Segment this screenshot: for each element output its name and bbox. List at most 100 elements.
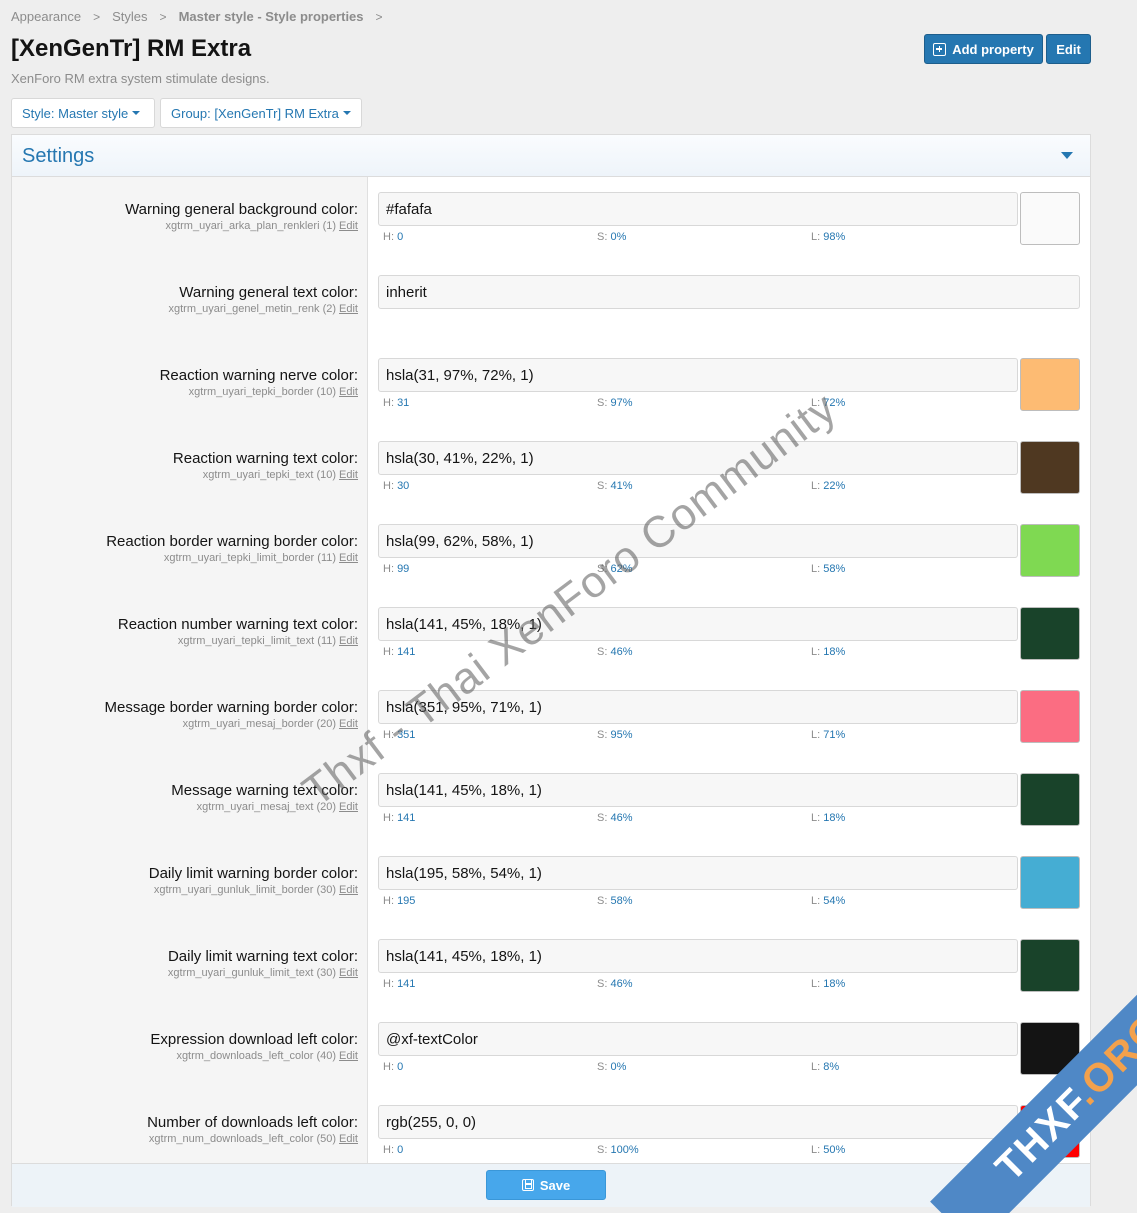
saturation-readout-value: 46%: [610, 812, 633, 824]
hue-readout-value: 141: [397, 812, 416, 824]
saturation-readout-value: 41%: [610, 480, 633, 492]
saturation-readout-label: S:: [597, 480, 608, 492]
property-hint: xgtrm_uyari_mesaj_border (20) Edit: [183, 718, 358, 730]
property-row: Warning general text color: xgtrm_uyari_g…: [12, 268, 1092, 351]
lightness-readout-label: L:: [811, 646, 821, 658]
lightness-readout: L: 58%: [811, 563, 845, 575]
property-hint: xgtrm_uyari_tepki_text (10) Edit: [203, 469, 358, 481]
add-property-label: Add property: [952, 41, 1034, 57]
property-label: Warning general background color:: [125, 201, 358, 218]
hue-readout: H: 195: [383, 895, 415, 907]
color-swatch[interactable]: [1020, 690, 1080, 743]
property-edit-link[interactable]: Edit: [339, 386, 358, 398]
group-filter[interactable]: Group: [XenGenTr] RM Extra: [160, 98, 362, 128]
property-edit-link[interactable]: Edit: [339, 884, 358, 896]
property-hint: xgtrm_uyari_gunluk_limit_border (30) Edit: [154, 884, 358, 896]
property-hint: xgtrm_uyari_tepki_limit_text (11) Edit: [178, 635, 358, 647]
property-value-input[interactable]: [378, 607, 1018, 641]
color-swatch[interactable]: [1020, 192, 1080, 245]
property-hint: xgtrm_uyari_arka_plan_renkleri (1) Edit: [165, 220, 358, 232]
color-swatch[interactable]: [1020, 524, 1080, 577]
lightness-readout-label: L:: [811, 563, 821, 575]
property-value-input[interactable]: [378, 358, 1018, 392]
property-row: Reaction number warning text color: xgtrm…: [12, 600, 1092, 683]
saturation-readout-value: 0%: [610, 1061, 627, 1073]
color-swatch[interactable]: [1020, 939, 1080, 992]
color-swatch[interactable]: [1020, 1105, 1080, 1158]
breadcrumb-style-properties[interactable]: Master style - Style properties: [179, 9, 364, 24]
color-swatch[interactable]: [1020, 1022, 1080, 1075]
hue-readout-label: H:: [383, 895, 394, 907]
style-filter[interactable]: Style: Master style: [11, 98, 155, 128]
lightness-readout-label: L:: [811, 729, 821, 741]
property-value-input[interactable]: [378, 773, 1018, 807]
breadcrumb-appearance[interactable]: Appearance: [11, 9, 81, 24]
hue-readout-value: 195: [397, 895, 416, 907]
property-edit-link[interactable]: Edit: [339, 220, 358, 232]
saturation-readout: S: 62%: [597, 563, 633, 575]
property-edit-link[interactable]: Edit: [339, 635, 358, 647]
hue-readout-label: H:: [383, 978, 394, 990]
property-value-input[interactable]: [378, 275, 1080, 309]
property-label: Reaction border warning border color:: [106, 533, 358, 550]
caret-down-icon: [132, 111, 141, 115]
property-edit-link[interactable]: Edit: [339, 303, 358, 315]
property-value-input[interactable]: [378, 690, 1018, 724]
property-edit-link[interactable]: Edit: [339, 1050, 358, 1062]
caret-down-icon: [342, 111, 351, 115]
hue-readout-label: H:: [383, 646, 394, 658]
property-row: Reaction warning nerve color: xgtrm_uyari…: [12, 351, 1092, 434]
property-edit-link[interactable]: Edit: [339, 718, 358, 730]
collapse-toggle-icon[interactable]: [1061, 152, 1073, 159]
property-value-input[interactable]: [378, 1105, 1018, 1139]
property-value-input[interactable]: [378, 856, 1018, 890]
color-swatch[interactable]: [1020, 856, 1080, 909]
save-button[interactable]: Save: [486, 1170, 606, 1200]
property-key: xgtrm_uyari_gunluk_limit_border (30): [153, 884, 337, 896]
property-edit-link[interactable]: Edit: [339, 967, 358, 979]
saturation-readout-label: S:: [597, 1061, 608, 1073]
property-value-input[interactable]: [378, 939, 1018, 973]
property-edit-link[interactable]: Edit: [339, 1133, 358, 1145]
lightness-readout-label: L:: [811, 231, 821, 243]
color-swatch[interactable]: [1020, 607, 1080, 660]
edit-button[interactable]: Edit: [1046, 34, 1091, 64]
property-value-input[interactable]: [378, 441, 1018, 475]
breadcrumb-separator: >: [159, 9, 167, 24]
property-row: Reaction warning text color: xgtrm_uyari_…: [12, 434, 1092, 517]
saturation-readout-label: S:: [597, 812, 608, 824]
hue-readout: H: 31: [383, 397, 409, 409]
hue-readout-label: H:: [383, 563, 394, 575]
property-value-input[interactable]: [378, 1022, 1018, 1056]
property-row: Daily limit warning text color: xgtrm_uya…: [12, 932, 1092, 1015]
property-key: xgtrm_uyari_tepki_limit_text (11): [177, 635, 337, 647]
saturation-readout: S: 41%: [597, 480, 633, 492]
form-footer: Save: [12, 1163, 1090, 1207]
property-label: Reaction number warning text color:: [117, 616, 358, 633]
lightness-readout: L: 22%: [811, 480, 845, 492]
hue-readout: H: 30: [383, 480, 409, 492]
lightness-readout-value: 98%: [823, 231, 846, 243]
saturation-readout: S: 46%: [597, 646, 633, 658]
lightness-readout: L: 8%: [811, 1061, 839, 1073]
saturation-readout-label: S:: [597, 978, 608, 990]
hue-readout-value: 31: [397, 397, 410, 409]
property-key: xgtrm_uyari_mesaj_text (20): [196, 801, 337, 813]
property-edit-link[interactable]: Edit: [339, 469, 358, 481]
property-edit-link[interactable]: Edit: [339, 801, 358, 813]
hue-readout-value: 0: [397, 231, 404, 243]
property-key: xgtrm_uyari_gunluk_limit_text (30): [167, 967, 337, 979]
color-swatch[interactable]: [1020, 773, 1080, 826]
color-swatch[interactable]: [1020, 441, 1080, 494]
property-value-input[interactable]: [378, 192, 1018, 226]
property-row: Message warning text color: xgtrm_uyari_m…: [12, 766, 1092, 849]
add-property-button[interactable]: Add property: [924, 34, 1043, 64]
saturation-readout: S: 100%: [597, 1144, 639, 1156]
breadcrumb-styles[interactable]: Styles: [112, 9, 147, 24]
property-edit-link[interactable]: Edit: [339, 552, 358, 564]
lightness-readout-label: L:: [811, 812, 821, 824]
save-label: Save: [539, 1177, 571, 1193]
color-swatch[interactable]: [1020, 358, 1080, 411]
property-value-input[interactable]: [378, 524, 1018, 558]
settings-header[interactable]: Settings: [12, 135, 1090, 177]
